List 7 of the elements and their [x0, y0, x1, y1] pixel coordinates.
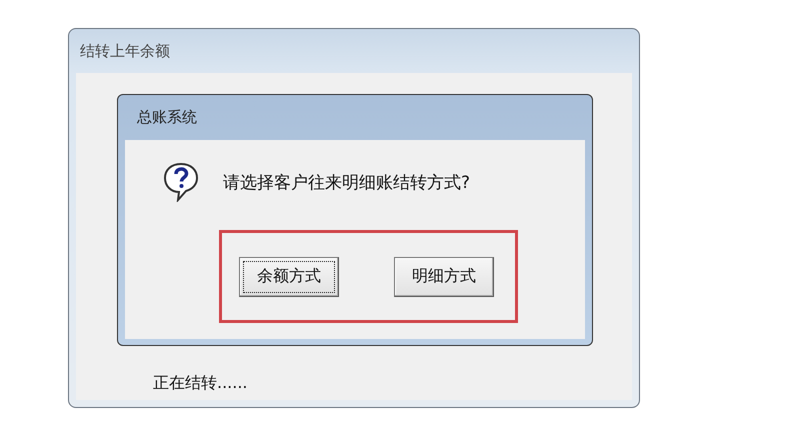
message-text: 请选择客户往来明细账结转方式? — [223, 172, 470, 194]
choice-button[interactable]: 余额方式 — [239, 256, 339, 296]
question-icon — [163, 162, 199, 202]
dialog-title: 总账系统 — [136, 107, 198, 128]
status-text: 正在结转...... — [153, 373, 249, 394]
window-title: 结转上年余额 — [79, 40, 171, 62]
choice-button[interactable]: 明细方式 — [394, 256, 494, 296]
